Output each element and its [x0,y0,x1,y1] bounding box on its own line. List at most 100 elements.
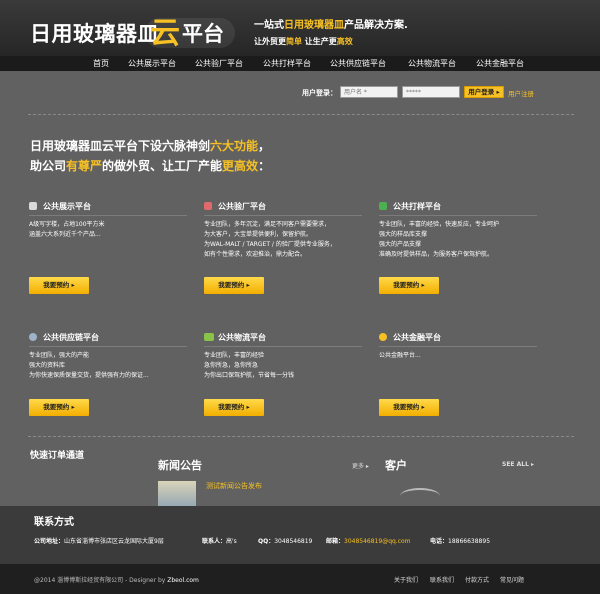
reserve-button[interactable]: 我要预约 ▸ [204,277,264,294]
feature-desc: 公共金融平台... [379,351,549,361]
feature-title[interactable]: 公共金融平台 [393,332,441,343]
username-input[interactable] [340,86,398,98]
qq-value: 3048546819 [274,538,313,545]
email-label: 邮箱： [326,538,345,545]
divider [28,114,574,115]
desc-line: 专业团队，丰富的经验 [204,352,265,359]
intro2-highlight1: 有尊严 [66,159,103,173]
email-value[interactable]: 3048546819@qq.com [344,538,411,545]
login-label: 用户登录： [302,89,337,97]
feature-divider [204,346,362,347]
desc-line: 准确及时提供样品，为服务客户保驾护航。 [379,251,494,258]
contact-address: 公司地址：山东省淄博市张店区云龙国际大厦9层 [34,536,164,545]
feature-divider [379,346,537,347]
desc-line: 强大的资料库 [29,362,66,369]
desc-line: 强大的产品支撑 [379,241,422,248]
intro1-post: ， [258,139,271,153]
feature-title[interactable]: 公共打样平台 [393,201,441,212]
desc-line: 为WAL-MALT / TARGET / 的验厂提供专业服务， [204,241,336,248]
phone-label: 电话： [430,538,449,545]
desc-line: 为大客户，大宝单提供便利，保留护航。 [204,231,313,238]
clients-see-all-link[interactable]: SEE ALL ▸ [502,461,534,468]
main-nav: 首页 公共展示平台 公共验厂平台 公共打样平台 公共供应链平台 公共物流平台 公… [0,56,600,71]
feature-title[interactable]: 公共展示平台 [43,201,91,212]
intro1-highlight: 六大功能 [210,139,259,153]
feature-title[interactable]: 公共供应链平台 [43,332,99,343]
phone-value: 18866638895 [448,538,491,545]
copyright: @2014 淄博博斯拉经贸有限公司 - Designer by Zbeol.co… [34,575,199,584]
feature-title[interactable]: 公共物流平台 [218,332,266,343]
intro2-mid: 的做外贸、让工厂产能 [102,159,223,173]
supply-chain-icon [29,333,37,341]
nav-item-supply-chain[interactable]: 公共供应链平台 [330,58,386,69]
divider [28,436,574,437]
desc-line: A级写字楼，占地100平方米 [29,221,105,228]
news-more-link[interactable]: 更多 ▸ [352,461,369,470]
reserve-button[interactable]: 我要预约 ▸ [379,277,439,294]
desc-line: 强大的样品库支撑 [379,231,428,238]
nav-item-home[interactable]: 首页 [93,58,109,69]
nav-item-display[interactable]: 公共展示平台 [128,58,176,69]
logo-accent-text[interactable]: 云 [150,8,180,52]
intro2-pre: 助公司 [30,159,67,173]
copyright-text: @2014 淄博博斯拉经贸有限公司 - Designer by [34,577,168,584]
designer-link[interactable]: Zbeol.com [167,577,199,584]
intro-line1: 日用玻璃器皿云平台下设六脉神剑六大功能， [30,137,270,154]
quick-order-title[interactable]: 快速订单通道 [30,448,84,461]
news-item-link[interactable]: 测试新闻公告发布 [206,481,262,491]
news-thumbnail[interactable] [158,481,196,509]
coin-icon [379,333,387,341]
intro2-highlight2: 更高效 [222,159,259,173]
desc-line: 专业团队，丰富的经验，快速反应，专业呵护 [379,221,500,228]
feature-divider [204,215,362,216]
desc-line: 公共金融平台... [379,352,421,359]
feature-desc: A级写字楼，占地100平方米 涵盖六大系列近千个产品... [29,220,199,240]
address-value: 山东省淄博市张店区云龙国际大厦9层 [64,538,164,545]
truck-icon [204,333,214,341]
address-label: 公司地址： [34,538,65,545]
client-logo[interactable] [400,488,440,504]
feature-title[interactable]: 公共验厂平台 [218,201,266,212]
logo-tail-text[interactable]: 平台 [182,18,224,48]
sampling-icon [379,202,387,210]
register-link[interactable]: 用户注册 [508,88,534,98]
desc-line: 如有个性需求，欢迎推治，鼎力配合。 [204,251,307,258]
slogan1-pre: 一站式 [254,20,284,31]
password-input[interactable] [402,86,460,98]
reserve-button[interactable]: 我要预约 ▸ [29,277,89,294]
contact-phone: 电话：18866638895 [430,536,490,545]
reserve-button[interactable]: 我要预约 ▸ [379,399,439,416]
nav-item-inspection[interactable]: 公共验厂平台 [195,58,243,69]
site-header: 日用玻璃器皿 云 平台 一站式日用玻璃器皿产品解决方案. 让外贸更简单 让生产更… [0,0,600,56]
intro-line2: 助公司有尊严的做外贸、让工厂产能更高效： [30,157,270,174]
nav-item-logistics[interactable]: 公共物流平台 [408,58,456,69]
person-value: 高's [226,538,237,545]
footer-link-contact[interactable]: 联系我们 [430,575,454,584]
intro1-pre: 日用玻璃器皿云平台下设六脉神剑 [30,139,211,153]
intro2-post: ： [258,159,271,173]
reserve-button[interactable]: 我要预约 ▸ [204,399,264,416]
footer-link-about[interactable]: 关于我们 [394,575,418,584]
desc-line: 涵盖六大系列近千个产品... [29,231,101,238]
footer-link-payment[interactable]: 付款方式 [465,575,489,584]
desc-line: 专业团队，多年沉淀，满足不同客户需要需求， [204,221,331,228]
slogan1-post: 产品解决方案. [344,20,408,31]
nav-item-sampling[interactable]: 公共打样平台 [263,58,311,69]
desc-line: 专业团队，强大的产能 [29,352,90,359]
feature-divider [29,215,187,216]
nav-item-finance[interactable]: 公共金融平台 [476,58,524,69]
logo-main-text[interactable]: 日用玻璃器皿 [30,18,159,48]
reserve-button[interactable]: 我要预约 ▸ [29,399,89,416]
feature-desc: 专业团队，多年沉淀，满足不同客户需要需求， 为大客户，大宝单提供便利，保留护航。… [204,220,374,260]
clients-title[interactable]: 客户 [385,457,407,473]
slogan-line2: 让外贸更简单 让生产更高效 [254,36,353,47]
contact-title: 联系方式 [34,517,74,528]
login-button[interactable]: 用户登录 ▸ [464,86,504,98]
desc-line: 为你快速保质保量交货，提供强有力的保证... [29,372,149,379]
news-title[interactable]: 新闻公告 [158,457,202,473]
slogan1-highlight: 日用玻璃器皿 [284,20,344,31]
footer-link-faq[interactable]: 常见问题 [500,575,524,584]
qq-label: QQ： [258,538,275,545]
feature-desc: 专业团队，丰富的经验，快速反应，专业呵护 强大的样品库支撑 强大的产品支撑 准确… [379,220,549,260]
feature-desc: 专业团队，丰富的经验 急你所急，急你所急 为你出口保驾护航，节省每一分钱 [204,351,374,381]
